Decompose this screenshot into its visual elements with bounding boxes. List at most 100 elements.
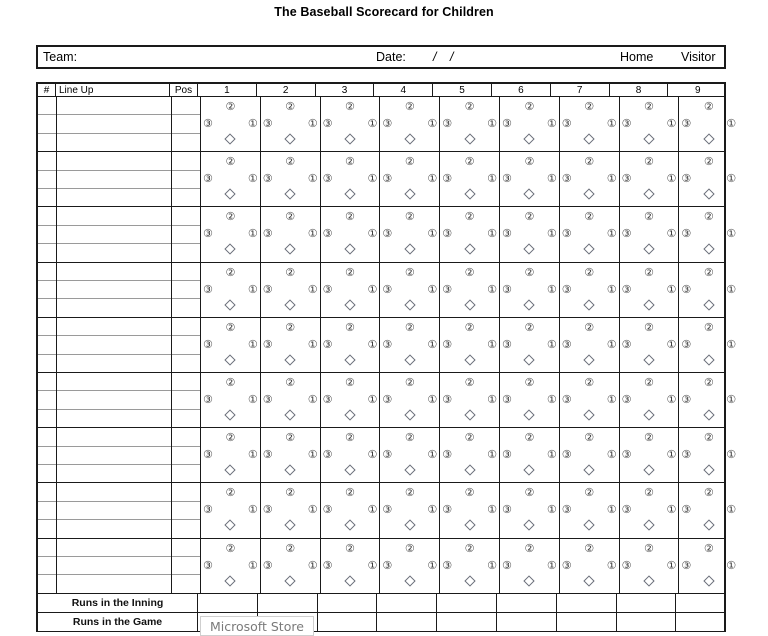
at-bat-diamond-cell[interactable]: ② ③ ① [440, 262, 500, 317]
sub-line[interactable] [57, 557, 171, 576]
third-base-icon[interactable]: ③ [442, 449, 452, 460]
at-bat-diamond-cell[interactable]: ② ③ ① [500, 538, 560, 593]
first-base-icon[interactable]: ① [487, 228, 497, 239]
second-base-icon[interactable]: ② [524, 487, 534, 498]
player-position-cell[interactable] [172, 317, 201, 372]
totals-value-cell[interactable] [318, 612, 378, 631]
at-bat-diamond-cell[interactable]: ② ③ ① [560, 538, 620, 593]
sub-line[interactable] [57, 152, 171, 171]
totals-value-cell[interactable] [557, 593, 617, 612]
first-base-icon[interactable]: ① [427, 394, 437, 405]
at-bat-diamond-cell[interactable]: ② ③ ① [560, 372, 620, 428]
home-plate-icon[interactable] [523, 243, 536, 256]
third-base-icon[interactable]: ③ [562, 339, 572, 350]
third-base-icon[interactable]: ③ [263, 560, 273, 571]
third-base-icon[interactable]: ③ [681, 449, 691, 460]
at-bat-diamond-cell[interactable]: ② ③ ① [261, 538, 321, 593]
sub-line[interactable] [172, 244, 200, 261]
at-bat-diamond-cell[interactable]: ② ③ ① [261, 262, 321, 317]
second-base-icon[interactable]: ② [285, 267, 295, 278]
at-bat-diamond-cell[interactable]: ② ③ ① [380, 483, 441, 538]
sub-line[interactable] [172, 189, 200, 206]
first-base-icon[interactable]: ① [726, 560, 736, 571]
second-base-icon[interactable]: ② [584, 543, 594, 554]
second-base-icon[interactable]: ② [704, 487, 714, 498]
first-base-icon[interactable]: ① [667, 560, 677, 571]
second-base-icon[interactable]: ② [704, 322, 714, 333]
second-base-icon[interactable]: ② [285, 543, 295, 554]
sub-line[interactable] [38, 355, 56, 372]
player-number-cell[interactable] [38, 152, 57, 207]
player-lineup-cell[interactable] [57, 372, 172, 428]
second-base-icon[interactable]: ② [285, 211, 295, 222]
sub-line[interactable] [172, 428, 200, 447]
home-plate-icon[interactable] [404, 188, 416, 200]
sub-line[interactable] [172, 465, 200, 482]
second-base-icon[interactable]: ② [345, 322, 355, 333]
sub-line[interactable] [38, 520, 56, 537]
first-base-icon[interactable]: ① [368, 284, 378, 295]
second-base-icon[interactable]: ② [704, 101, 714, 112]
at-bat-diamond-cell[interactable]: ② ③ ① [201, 317, 261, 372]
third-base-icon[interactable]: ③ [622, 118, 632, 129]
at-bat-diamond-cell[interactable]: ② ③ ① [500, 152, 560, 207]
at-bat-diamond-cell[interactable]: ② ③ ① [679, 263, 738, 317]
home-plate-icon[interactable] [583, 409, 595, 421]
first-base-icon[interactable]: ① [308, 394, 318, 405]
third-base-icon[interactable]: ③ [203, 173, 213, 184]
home-plate-icon[interactable] [344, 464, 356, 476]
second-base-icon[interactable]: ② [465, 156, 475, 167]
third-base-icon[interactable]: ③ [203, 284, 213, 295]
sub-line[interactable] [57, 447, 171, 465]
second-base-icon[interactable]: ② [465, 101, 475, 112]
sub-line[interactable] [38, 171, 56, 189]
third-base-icon[interactable]: ③ [502, 118, 512, 129]
first-base-icon[interactable]: ① [547, 339, 557, 350]
home-plate-icon[interactable] [344, 298, 356, 311]
third-base-icon[interactable]: ③ [562, 173, 572, 184]
first-base-icon[interactable]: ① [427, 228, 437, 239]
player-position-cell[interactable] [172, 428, 201, 483]
second-base-icon[interactable]: ② [285, 487, 295, 498]
third-base-icon[interactable]: ③ [562, 118, 572, 129]
home-plate-icon[interactable] [284, 243, 296, 256]
sub-line[interactable] [172, 391, 200, 410]
first-base-icon[interactable]: ① [547, 173, 557, 184]
sub-line[interactable] [172, 336, 200, 355]
third-base-icon[interactable]: ③ [203, 394, 213, 405]
first-base-icon[interactable]: ① [607, 339, 617, 350]
second-base-icon[interactable]: ② [405, 267, 415, 278]
first-base-icon[interactable]: ① [607, 284, 617, 295]
first-base-icon[interactable]: ① [427, 173, 437, 184]
home-plate-icon[interactable] [404, 243, 416, 256]
at-bat-diamond-cell[interactable]: ② ③ ① [620, 262, 680, 317]
first-base-icon[interactable]: ① [427, 284, 437, 295]
at-bat-diamond-cell[interactable]: ② ③ ① [500, 428, 560, 483]
third-base-icon[interactable]: ③ [263, 118, 273, 129]
third-base-icon[interactable]: ③ [502, 394, 512, 405]
at-bat-diamond-cell[interactable]: ② ③ ① [380, 372, 441, 428]
at-bat-diamond-cell[interactable]: ② ③ ① [321, 207, 381, 262]
first-base-icon[interactable]: ① [308, 339, 318, 350]
at-bat-diamond-cell[interactable]: ② ③ ① [620, 538, 680, 593]
home-plate-icon[interactable] [284, 298, 296, 311]
third-base-icon[interactable]: ③ [681, 173, 691, 184]
first-base-icon[interactable]: ① [487, 284, 497, 295]
sub-line[interactable] [57, 391, 171, 410]
first-base-icon[interactable]: ① [607, 173, 617, 184]
at-bat-diamond-cell[interactable]: ② ③ ① [201, 428, 261, 483]
first-base-icon[interactable]: ① [667, 228, 677, 239]
at-bat-diamond-cell[interactable]: ② ③ ① [440, 538, 500, 593]
sub-line[interactable] [38, 428, 56, 447]
home-plate-icon[interactable] [404, 133, 416, 145]
second-base-icon[interactable]: ② [285, 101, 295, 112]
first-base-icon[interactable]: ① [248, 118, 258, 129]
third-base-icon[interactable]: ③ [323, 228, 333, 239]
home-plate-icon[interactable] [583, 574, 595, 587]
sub-line[interactable] [172, 410, 200, 427]
first-base-icon[interactable]: ① [726, 118, 736, 129]
home-plate-icon[interactable] [523, 409, 536, 421]
sub-line[interactable] [38, 263, 56, 281]
second-base-icon[interactable]: ② [225, 432, 235, 443]
sub-line[interactable] [57, 97, 171, 116]
